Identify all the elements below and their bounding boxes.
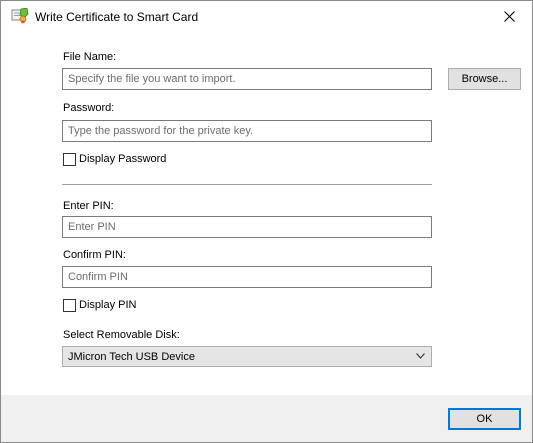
section-divider xyxy=(62,184,432,186)
file-name-label: File Name: xyxy=(63,51,117,63)
title-bar: Write Certificate to Smart Card xyxy=(1,1,532,32)
display-password-option[interactable]: Display Password xyxy=(63,152,166,166)
ok-button[interactable]: OK xyxy=(448,408,521,430)
window-title: Write Certificate to Smart Card xyxy=(35,10,199,24)
dialog-footer: OK xyxy=(1,395,532,442)
display-pin-checkbox[interactable] xyxy=(63,298,76,312)
enter-pin-input[interactable] xyxy=(62,216,432,238)
confirm-pin-input[interactable] xyxy=(62,266,432,288)
password-input[interactable] xyxy=(62,120,432,142)
removable-disk-label: Select Removable Disk: xyxy=(63,329,180,341)
chevron-down-icon xyxy=(416,353,425,359)
close-button[interactable] xyxy=(486,1,532,32)
dialog-window: Write Certificate to Smart Card File Nam… xyxy=(0,0,533,443)
enter-pin-label: Enter PIN: xyxy=(63,200,114,212)
file-name-input[interactable] xyxy=(62,68,432,90)
display-password-label[interactable]: Display Password xyxy=(79,153,166,165)
confirm-pin-label: Confirm PIN: xyxy=(63,249,126,261)
password-label: Password: xyxy=(63,102,115,114)
removable-disk-value: JMicron Tech USB Device xyxy=(68,350,195,363)
display-password-checkbox[interactable] xyxy=(63,152,76,166)
display-pin-option[interactable]: Display PIN xyxy=(63,298,136,312)
display-pin-label[interactable]: Display PIN xyxy=(79,299,136,311)
close-icon xyxy=(503,11,515,22)
browse-button[interactable]: Browse... xyxy=(448,68,521,90)
certificate-icon xyxy=(11,7,29,24)
removable-disk-select[interactable]: JMicron Tech USB Device xyxy=(62,346,432,367)
